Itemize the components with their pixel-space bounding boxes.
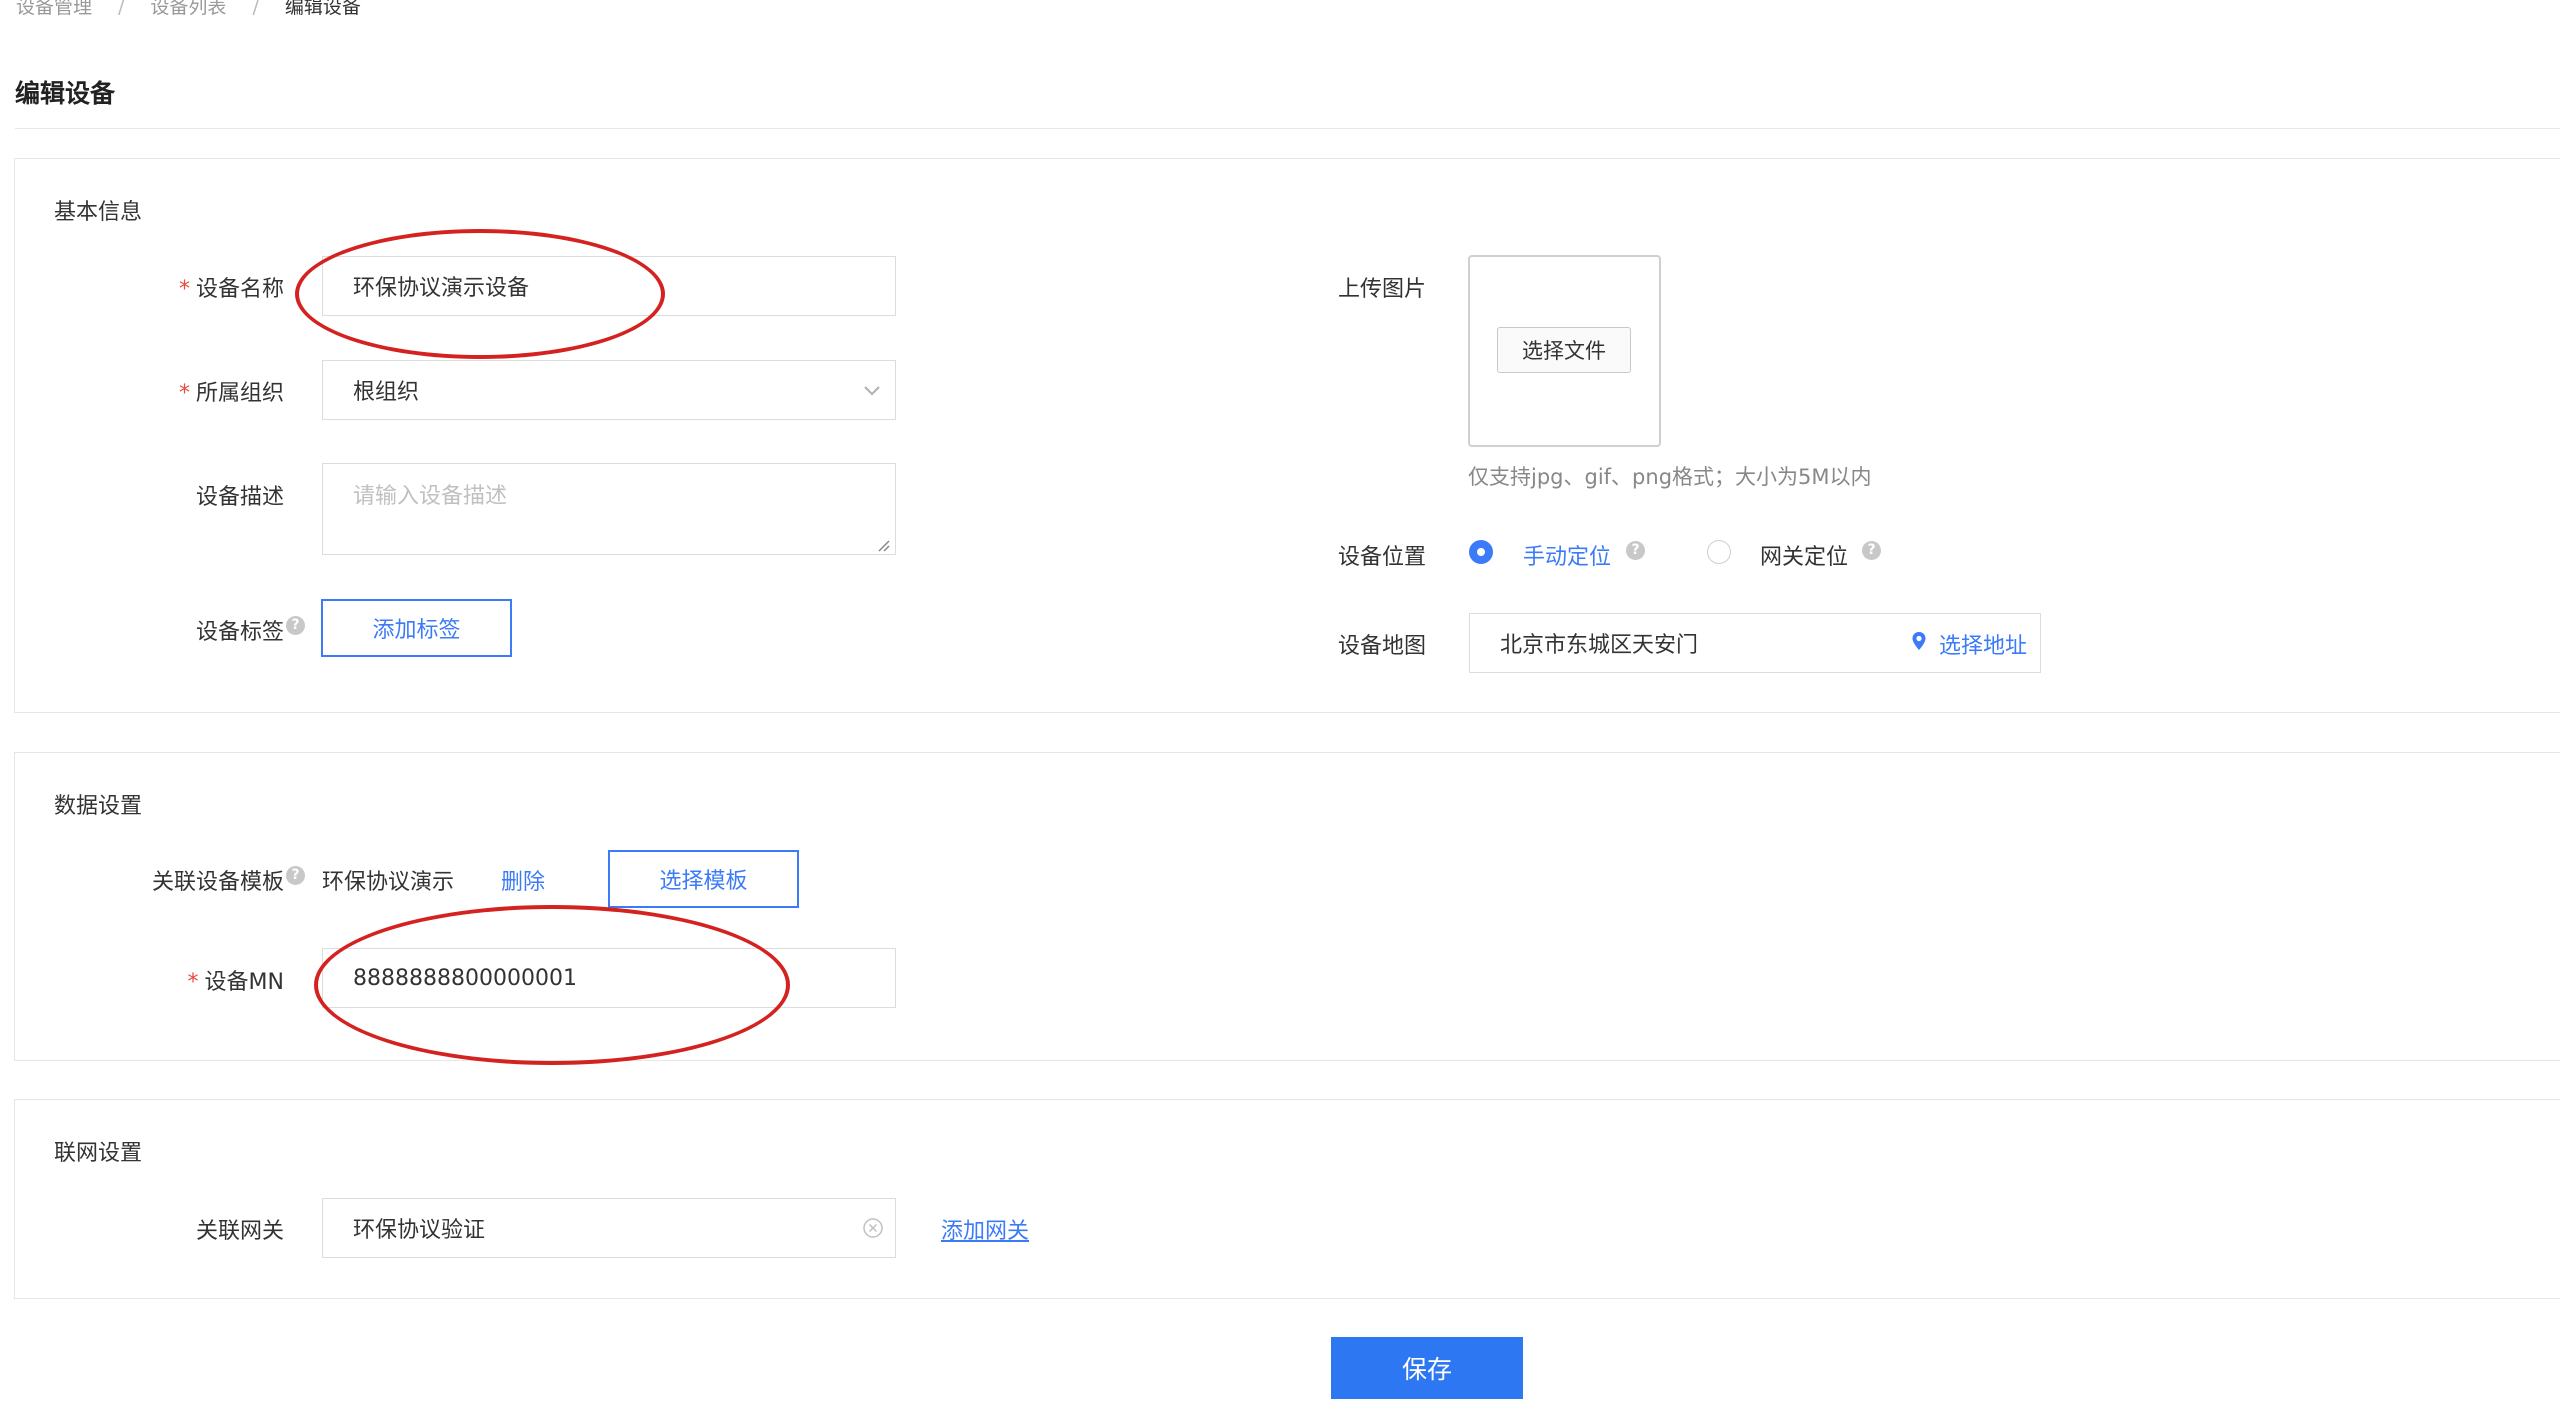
gateway-value: 环保协议验证 [353,1218,486,1243]
breadcrumb-device-management[interactable]: 设备管理 [16,0,92,19]
add-gateway-link[interactable]: 添加网关 [941,1213,1029,1245]
breadcrumb-separator: / [252,0,259,18]
required-mark: * [178,277,190,302]
help-icon[interactable]: ? [286,616,305,635]
device-tag-label: 设备标签 [195,620,284,645]
device-name-label: * 设备名称 [170,271,284,303]
gateway-location-label[interactable]: 网关定位 [1760,539,1848,571]
choose-template-button[interactable]: 选择模板 [608,850,799,908]
required-mark: * [178,381,190,406]
title-divider [15,128,2560,129]
basic-info-title: 基本信息 [54,200,143,225]
required-mark: * [187,970,199,995]
device-name-input[interactable]: 环保协议演示设备 [322,256,896,316]
device-location-label: 设备位置 [1338,545,1427,570]
radio-gateway-location[interactable] [1707,540,1731,564]
page-title: 编辑设备 [15,79,116,108]
breadcrumb-separator: / [118,0,125,18]
save-button[interactable]: 保存 [1331,1337,1523,1399]
data-settings-section [14,752,2560,1061]
device-mn-label-text: 设备MN [204,970,284,995]
organization-label: * 所属组织 [170,375,284,407]
add-tag-button[interactable]: 添加标签 [321,599,512,657]
radio-manual-location[interactable] [1469,540,1493,564]
help-icon[interactable]: ? [1626,541,1645,560]
device-name-label-text: 设备名称 [195,277,284,302]
breadcrumb-device-list[interactable]: 设备列表 [150,0,226,19]
location-pin-icon[interactable] [1911,631,1927,651]
description-textarea[interactable]: 请输入设备描述 [322,463,896,555]
choose-address-button[interactable]: 选择地址 [1939,628,2027,660]
help-icon[interactable]: ? [286,866,305,885]
choose-file-button[interactable]: 选择文件 [1497,327,1631,373]
manual-location-label[interactable]: 手动定位 [1523,539,1611,571]
template-value: 环保协议演示 [322,870,455,895]
help-icon[interactable]: ? [1862,541,1881,560]
device-map-label: 设备地图 [1338,634,1427,659]
gateway-select[interactable]: 环保协议验证 [322,1198,896,1258]
upload-hint: 仅支持jpg、gif、png格式；大小为5M以内 [1468,465,1872,489]
breadcrumb-current: 编辑设备 [284,0,361,18]
network-settings-title: 联网设置 [54,1141,143,1166]
breadcrumb: 设备管理 / 设备列表 / 编辑设备 [16,0,361,19]
chevron-down-icon [864,386,880,396]
upload-image-label: 上传图片 [1338,277,1427,302]
delete-template-link[interactable]: 删除 [501,864,545,896]
organization-select[interactable]: 根组织 [322,360,896,420]
device-mn-input[interactable]: 8888888800000001 [322,948,896,1008]
description-label: 设备描述 [195,485,284,510]
template-label: 关联设备模板 [151,870,284,895]
device-mn-label: * 设备MN [180,964,284,996]
organization-label-text: 所属组织 [195,381,284,406]
clear-icon[interactable] [862,1217,884,1239]
map-address-value: 北京市东城区天安门 [1500,633,1699,658]
data-settings-title: 数据设置 [54,794,143,819]
organization-value: 根组织 [353,380,420,405]
gateway-label: 关联网关 [195,1219,284,1244]
resize-handle-icon[interactable] [876,538,890,552]
